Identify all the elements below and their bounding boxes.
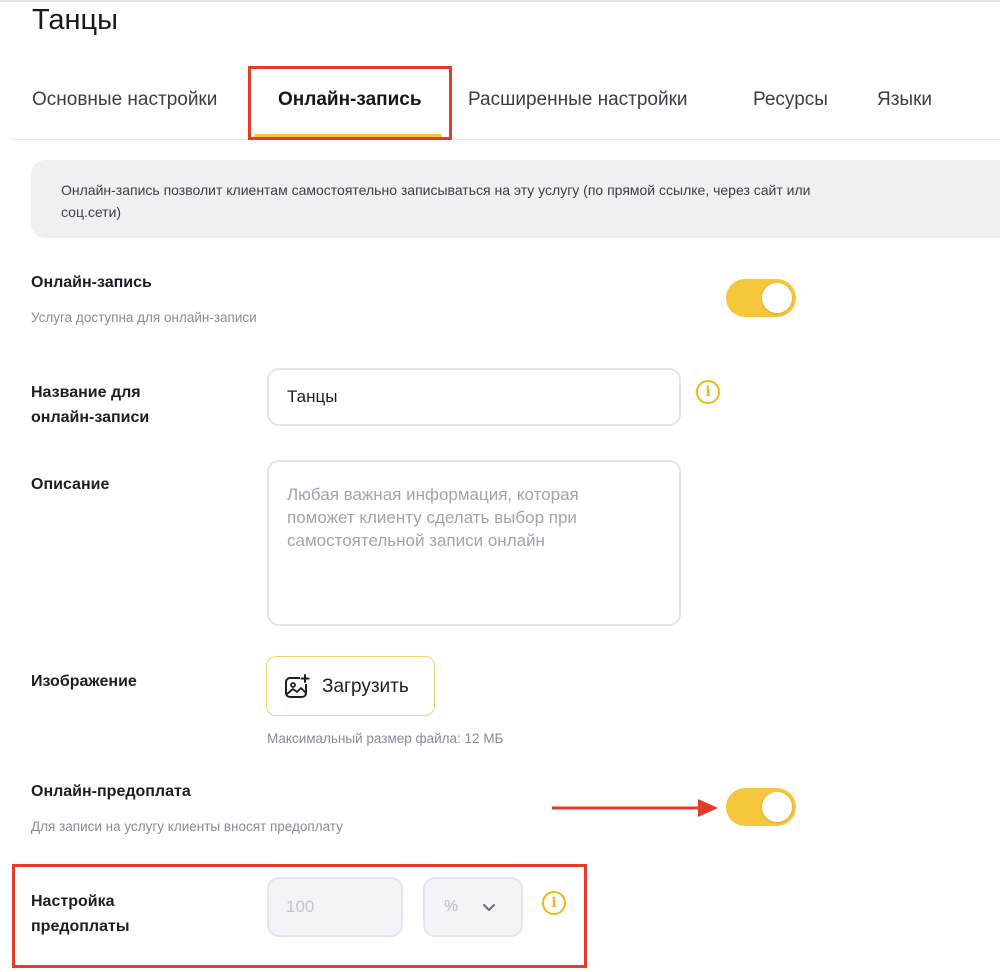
upload-button-label: Загрузить [322,676,409,697]
online-booking-hint: Услуга доступна для онлайн-записи [31,310,257,325]
tab-resources[interactable]: Ресурсы [753,89,828,111]
online-prepayment-label: Онлайн-предоплата [31,783,191,800]
tab-highlight-frame [248,66,452,140]
tab-languages[interactable]: Языки [877,89,932,111]
description-placeholder-line-1: Любая важная информация, которая [287,485,579,504]
description-label: Описание [31,476,110,493]
toggle-knob [762,792,792,822]
booking-name-label-line-1: Название для [31,384,141,401]
online-booking-label: Онлайн-запись [31,274,152,291]
image-upload-icon [285,674,310,698]
tab-advanced-settings[interactable]: Расширенные настройки [468,89,688,111]
tab-basic-settings[interactable]: Основные настройки [32,89,217,111]
toggle-knob [762,283,792,313]
online-prepayment-hint: Для записи на услугу клиенты вносят пред… [31,819,343,834]
info-banner: Онлайн-запись позволит клиентам самостоя… [31,160,1000,238]
max-file-size-hint: Максимальный размер файла: 12 МБ [267,731,504,746]
booking-name-label-line-2: онлайн-записи [31,409,150,426]
description-placeholder-line-2: поможет клиенту сделать выбор при [287,508,577,527]
upload-button[interactable]: Загрузить [266,656,435,716]
description-textarea[interactable]: Любая важная информация, которая поможет… [267,460,681,626]
tab-bar: Основные настройки Онлайн-запись Расшире… [12,60,1000,140]
prepayment-highlight-frame [12,864,587,968]
online-prepayment-toggle[interactable] [726,788,796,826]
image-label: Изображение [31,673,137,690]
booking-name-label: Название для онлайн-записи [31,380,149,430]
online-booking-toggle[interactable] [726,279,796,317]
info-text-line-1: Онлайн-запись позволит клиентам самостоя… [61,182,811,198]
info-icon[interactable]: i [696,380,720,404]
description-placeholder-line-3: самостоятельной записи онлайн [287,531,545,550]
info-text-line-2: соц.сети) [61,204,122,220]
page-title: Танцы [32,4,119,36]
booking-name-input[interactable]: Танцы [267,368,681,426]
top-divider [0,0,1000,2]
annotation-arrow [552,799,718,817]
